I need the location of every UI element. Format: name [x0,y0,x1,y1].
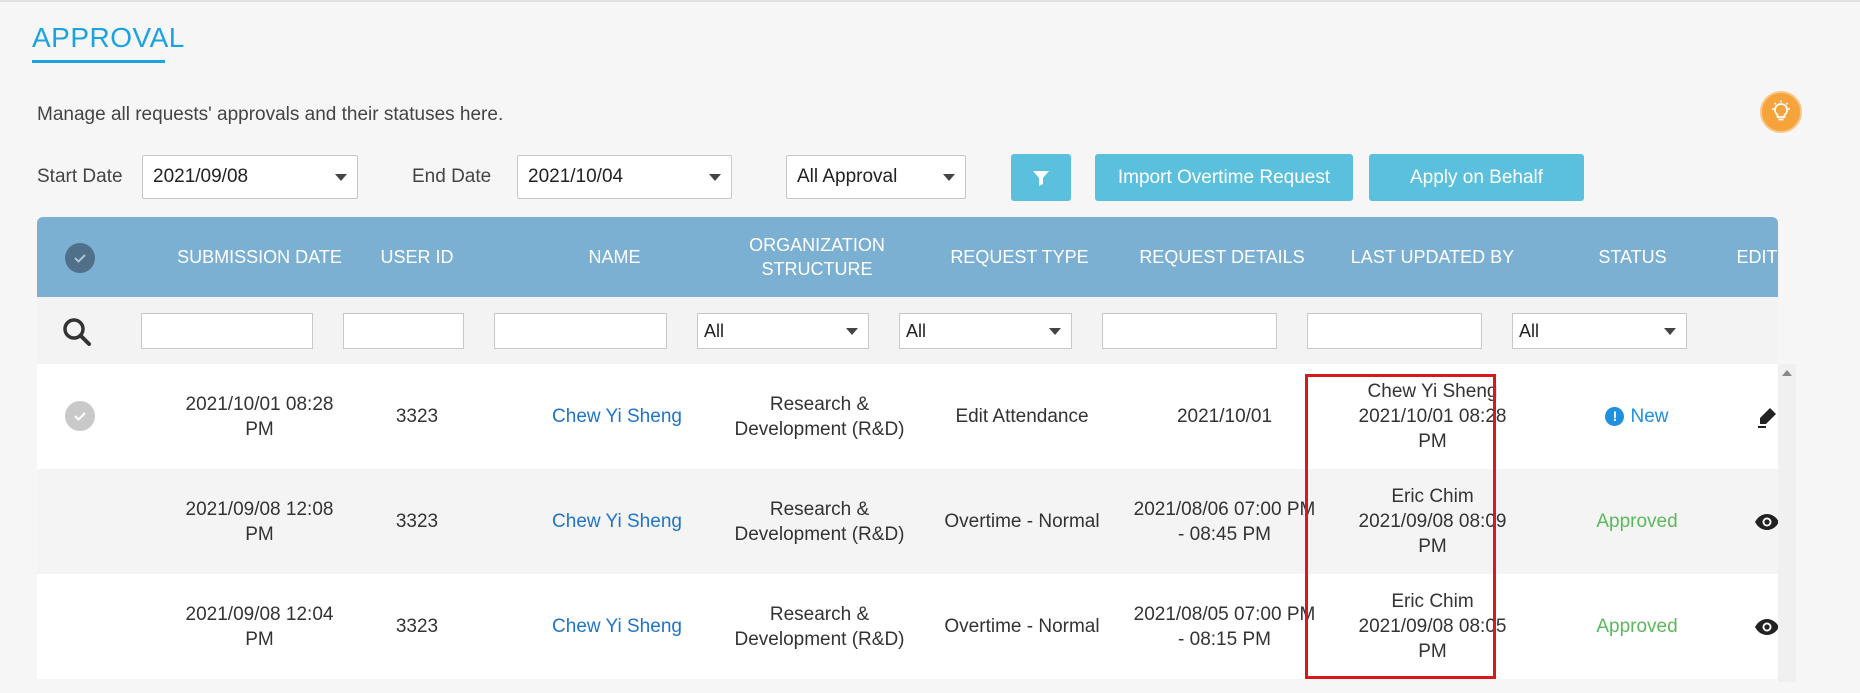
last-updated-by-name: Eric Chim [1391,591,1474,612]
chevron-down-icon [335,174,347,181]
tip-button[interactable] [1760,91,1802,133]
scroll-up-icon[interactable] [1782,370,1792,376]
search-organization-select[interactable]: All [697,313,869,349]
chevron-down-icon [1664,328,1676,335]
page-title: APPROVAL [32,22,185,53]
check-icon [74,412,86,421]
page-description: Manage all requests' approvals and their… [37,104,504,125]
search-request-type-select[interactable]: All [899,313,1072,349]
view-button[interactable] [1717,574,1817,679]
edit-button[interactable] [1717,364,1817,469]
col-edit: EDIT [1736,247,1778,267]
table-scrollbar[interactable] [1778,364,1796,682]
col-user-id[interactable]: USER ID [342,217,492,297]
row-checkbox[interactable] [65,401,95,431]
top-divider [0,0,1860,2]
start-date-select[interactable]: 2021/09/08 [142,155,358,199]
end-date-value: 2021/10/04 [528,166,624,187]
cell-user-id: 3323 [395,616,439,637]
eye-icon [1755,618,1779,635]
table-search-row: All All All [37,297,1778,364]
search-icon [63,318,91,346]
approval-type-value: All Approval [797,166,898,187]
end-date-label: End Date [412,166,492,187]
check-icon [74,254,86,263]
last-updated-by-time: 2021/10/01 08:28 PM [1358,406,1507,452]
col-name[interactable]: NAME [492,217,737,297]
col-organization-structure[interactable]: ORGANIZATION STRUCTURE [702,217,932,297]
cell-user-id: 3323 [395,406,439,427]
filter-icon [1033,170,1049,186]
search-organization-value: All [704,320,725,341]
search-status-value: All [1519,320,1540,341]
last-updated-by-name: Eric Chim [1391,486,1474,507]
select-all-checkbox[interactable] [65,243,95,273]
lightbulb-icon [1772,100,1790,121]
chevron-down-icon [709,174,721,181]
search-last-updated-by-input[interactable] [1307,313,1482,349]
last-updated-by-time: 2021/09/08 08:05 PM [1358,616,1507,662]
end-date-select[interactable]: 2021/10/04 [517,155,732,199]
search-request-type-value: All [906,320,927,341]
import-overtime-request-button[interactable]: Import Overtime Request [1095,154,1353,201]
apply-on-behalf-button[interactable]: Apply on Behalf [1369,154,1584,201]
search-request-details-input[interactable] [1102,313,1277,349]
info-icon: ! [1605,407,1625,426]
search-user-id-input[interactable] [343,313,464,349]
approval-type-select[interactable]: All Approval [786,155,966,199]
pencil-icon [1758,407,1776,428]
search-status-select[interactable]: All [1512,313,1687,349]
search-name-input[interactable] [494,313,667,349]
search-submission-date-input[interactable] [141,313,313,349]
start-date-label: Start Date [37,166,123,187]
chevron-down-icon [846,328,858,335]
last-updated-by-time: 2021/09/08 08:09 PM [1358,511,1507,557]
table-header: SUBMISSION DATE USER ID NAME ORGANIZATIO… [37,217,1778,297]
table-row[interactable]: 2021/09/08 12:04 PM 3323 Chew Yi Sheng R… [37,574,1779,679]
chevron-down-icon [1049,328,1061,335]
eye-icon [1755,513,1779,530]
start-date-value: 2021/09/08 [153,166,249,187]
chevron-down-icon [943,174,955,181]
status-text: New [1630,406,1669,427]
last-updated-by-name: Chew Yi Sheng [1367,381,1498,402]
cell-user-id: 3323 [395,511,439,532]
filter-button[interactable] [1011,154,1071,201]
table-row[interactable]: 2021/09/08 12:08 PM 3323 Chew Yi Sheng R… [37,469,1779,574]
view-button[interactable] [1717,469,1817,574]
table-row[interactable]: 2021/10/01 08:28 PM 3323 Chew Yi Sheng R… [37,364,1778,469]
title-underline [32,60,165,63]
